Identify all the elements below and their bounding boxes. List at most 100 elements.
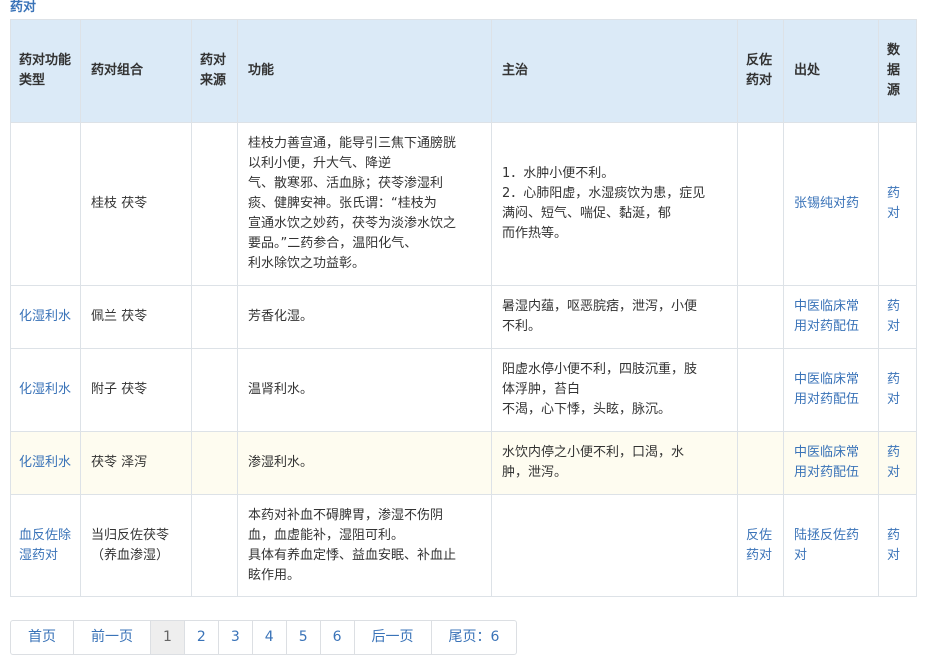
- cell-combo: 附子 茯苓: [80, 348, 192, 432]
- page-1-button[interactable]: 1: [151, 621, 185, 654]
- table-row: 化湿利水 附子 茯苓 温肾利水。 阳虚水停小便不利，四肢沉重，肢 体浮肿，苔白不渴，心下…: [10, 348, 917, 432]
- cell-combo-text: 当归反佐茯苓（养血渗湿）: [91, 527, 170, 563]
- cell-indication: [491, 494, 738, 597]
- col-header-combo[interactable]: 药对组合: [80, 19, 192, 123]
- cell-datasource: 药对: [878, 285, 917, 349]
- cell-function-line: 桂枝力善宣通，能导引三焦下通膀胱: [248, 136, 457, 151]
- cell-indication-line: 而作热等。: [502, 226, 568, 241]
- cell-type: [10, 122, 81, 286]
- cell-indication-line: 暑湿内蕴，呕恶脘痞，泄泻，小便: [502, 299, 698, 314]
- col-header-counter[interactable]: 反佐药对: [737, 19, 784, 123]
- table-row: 桂枝 茯苓 桂枝力善宣通，能导引三焦下通膀胱 以利小便，升大气、降逆气、散寒邪、活血…: [10, 122, 917, 286]
- page-5-button[interactable]: 5: [287, 621, 321, 654]
- cell-function-line: 芳香化湿。: [248, 309, 314, 324]
- page-6-button[interactable]: 6: [321, 621, 355, 654]
- cell-function-line: 血，血虚能补，湿阻可利。: [248, 527, 405, 543]
- cell-origin-text[interactable]: 张锡纯对药: [794, 196, 859, 211]
- cell-origin-text[interactable]: 中医临床常用对药配伍: [794, 372, 859, 407]
- cell-origin-text[interactable]: 陆拯反佐药对: [794, 528, 859, 563]
- page-next-button[interactable]: 后一页: [355, 621, 432, 654]
- cell-origin-text[interactable]: 中医临床常用对药配伍: [794, 445, 859, 480]
- cell-function-line: 本药对补血不碍脾胃，渗湿不伤阴: [248, 507, 444, 523]
- cell-source: [191, 122, 238, 286]
- cell-function-line: 气、散寒邪、活血脉；茯苓渗湿利: [248, 176, 444, 191]
- cell-indication-line: 水饮内停之小便不利，口渴，水: [502, 445, 685, 460]
- cell-counter: [737, 122, 784, 286]
- cell-type: 化湿利水: [10, 431, 81, 495]
- page-2-button[interactable]: 2: [185, 621, 219, 654]
- cell-function-line: 以利小便，升大气、降逆: [248, 156, 392, 171]
- cell-source: [191, 285, 238, 349]
- cell-source: [191, 494, 238, 597]
- cell-type: 化湿利水: [10, 285, 81, 349]
- cell-datasource: 药对: [878, 122, 917, 286]
- cell-type-text[interactable]: 化湿利水: [19, 455, 71, 470]
- cell-counter: [737, 348, 784, 432]
- cell-indication-line: 满闷、短气、喘促、黏涎，郁: [502, 206, 672, 221]
- cell-datasource-text[interactable]: 药对: [887, 445, 900, 480]
- cell-origin: 张锡纯对药: [783, 122, 879, 286]
- col-header-datasource[interactable]: 数据源: [878, 19, 917, 123]
- cell-indication-line: 1．水肿小便不利。: [502, 166, 615, 181]
- cell-type-text[interactable]: 化湿利水: [19, 382, 71, 397]
- cell-indication-line: 不渴，心下悸，头眩，脉沉。: [502, 402, 672, 417]
- cell-datasource: 药对: [878, 348, 917, 432]
- cell-function-line: 温肾利水。: [248, 382, 314, 397]
- col-header-indication[interactable]: 主治: [491, 19, 738, 123]
- cell-combo: 茯苓 泽泻: [80, 431, 192, 495]
- page-prev-button[interactable]: 前一页: [74, 621, 151, 654]
- cell-combo-text: 桂枝 茯苓: [91, 196, 148, 211]
- cell-combo: 桂枝 茯苓: [80, 122, 192, 286]
- cell-datasource-text[interactable]: 药对: [887, 299, 900, 334]
- cell-indication-line: 肿，泄泻。: [502, 465, 568, 480]
- cell-function-line: 要品。”二药参合，温阳化气、: [248, 236, 418, 251]
- col-header-function[interactable]: 功能: [237, 19, 492, 123]
- cell-origin: 中医临床常用对药配伍: [783, 431, 879, 495]
- cell-function: 渗湿利水。: [237, 431, 492, 495]
- cell-datasource: 药对: [878, 431, 917, 495]
- cell-origin-text[interactable]: 中医临床常用对药配伍: [794, 299, 859, 334]
- cell-combo-text: 茯苓 泽泻: [91, 455, 148, 470]
- cell-indication: 暑湿内蕴，呕恶脘痞，泄泻，小便 不利。: [491, 285, 738, 349]
- page-4-button[interactable]: 4: [253, 621, 287, 654]
- cell-type-text[interactable]: 化湿利水: [19, 309, 71, 324]
- page-3-button[interactable]: 3: [219, 621, 253, 654]
- pagination: 首页 前一页 1 2 3 4 5 6 后一页 尾页：6: [10, 620, 518, 655]
- col-header-source[interactable]: 药对来源: [191, 19, 238, 123]
- cell-source: [191, 431, 238, 495]
- cell-indication-line: 2．心肺阳虚，水湿痰饮为患，症见: [502, 186, 706, 201]
- cell-combo: 佩兰 茯苓: [80, 285, 192, 349]
- page-last-button[interactable]: 尾页：6: [432, 621, 517, 654]
- table-row: 血反佐除湿药对 当归反佐茯苓（养血渗湿） 本药对补血不碍脾胃，渗湿不伤阴 血，血虚能补…: [10, 494, 917, 597]
- col-header-type[interactable]: 药对功能类型: [10, 19, 81, 123]
- cell-indication-line: 阳虚水停小便不利，四肢沉重，肢: [502, 362, 698, 377]
- cell-type-text[interactable]: 血反佐除湿药对: [19, 528, 71, 563]
- cell-counter: [737, 285, 784, 349]
- cell-source: [191, 348, 238, 432]
- cell-counter: 反佐药对: [737, 494, 784, 597]
- cell-counter: [737, 431, 784, 495]
- herb-pair-table: 药对功能类型 药对组合 药对来源 功能 主治 反佐药对 出处 数据源 桂枝 茯苓…: [10, 19, 917, 597]
- cell-origin: 中医临床常用对药配伍: [783, 285, 879, 349]
- cell-function-line: 眩作用。: [248, 567, 301, 583]
- cell-counter-text[interactable]: 反佐药对: [746, 528, 772, 563]
- col-header-origin[interactable]: 出处: [783, 19, 879, 123]
- cell-function: 温肾利水。: [237, 348, 492, 432]
- cell-indication-line: 体浮肿，苔白: [502, 382, 581, 397]
- cell-indication-line: 不利。: [502, 319, 542, 334]
- cell-function: 本药对补血不碍脾胃，渗湿不伤阴 血，血虚能补，湿阻可利。具体有养血定悸、益血安眠、…: [237, 494, 492, 597]
- cell-function-line: 宣通水饮之妙药，茯苓为淡渗水饮之: [248, 216, 457, 231]
- cell-function: 桂枝力善宣通，能导引三焦下通膀胱 以利小便，升大气、降逆气、散寒邪、活血脉；茯苓渗…: [237, 122, 492, 286]
- section-title: 药对: [10, 0, 37, 15]
- cell-datasource: 药对: [878, 494, 917, 597]
- page-first-button[interactable]: 首页: [11, 621, 74, 654]
- cell-indication: 水饮内停之小便不利，口渴，水 肿，泄泻。: [491, 431, 738, 495]
- cell-combo-text: 附子 茯苓: [91, 382, 148, 397]
- cell-type: 血反佐除湿药对: [10, 494, 81, 597]
- table-row: 化湿利水 茯苓 泽泻 渗湿利水。 水饮内停之小便不利，口渴，水 肿，泄泻。 中医临床常用对…: [10, 431, 917, 495]
- cell-function-line: 具体有养血定悸、益血安眠、补血止: [248, 547, 457, 563]
- cell-datasource-text[interactable]: 药对: [887, 186, 900, 221]
- cell-datasource-text[interactable]: 药对: [887, 372, 900, 407]
- cell-datasource-text[interactable]: 药对: [887, 528, 900, 563]
- table-header-row: 药对功能类型 药对组合 药对来源 功能 主治 反佐药对 出处 数据源: [10, 19, 917, 123]
